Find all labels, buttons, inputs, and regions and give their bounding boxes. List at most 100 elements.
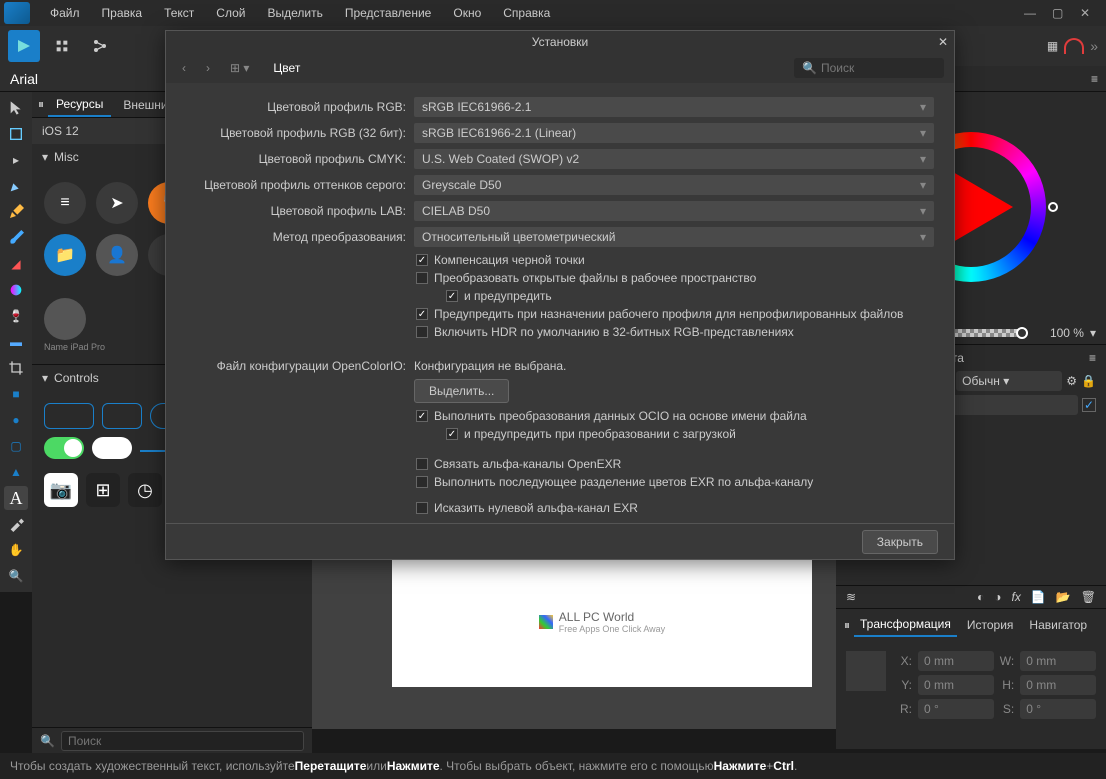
artboard-tool-icon[interactable] xyxy=(4,122,28,146)
asset-device-ipad[interactable] xyxy=(44,298,86,340)
control-timer[interactable]: ◷ xyxy=(128,473,162,507)
canvas-document[interactable]: ALL PC World Free Apps One Click Away xyxy=(392,557,812,687)
adjustment-icon[interactable]: ◑ xyxy=(994,590,1001,604)
font-selector[interactable]: Arial xyxy=(10,71,38,87)
assets-search-input[interactable] xyxy=(61,731,304,751)
menu-text[interactable]: Текст xyxy=(154,2,204,24)
w-input[interactable]: 0 mm xyxy=(1020,651,1096,671)
pen-tool-icon[interactable] xyxy=(4,174,28,198)
menu-select[interactable]: Выделить xyxy=(257,2,332,24)
checkbox-hdr[interactable] xyxy=(416,326,428,338)
color-triangle-icon[interactable] xyxy=(953,172,1013,242)
panel-menu-icon[interactable]: ≡ xyxy=(1091,72,1098,86)
transparency-tool-icon[interactable]: 🍷 xyxy=(4,304,28,328)
s-input[interactable]: 0 ° xyxy=(1020,699,1096,719)
checkbox-ocio-transform[interactable] xyxy=(416,410,428,422)
menu-edit[interactable]: Правка xyxy=(92,2,153,24)
pencil-tool-icon[interactable] xyxy=(4,200,28,224)
gear-icon[interactable]: ⚙ xyxy=(1066,374,1077,388)
gradient-tool-icon[interactable] xyxy=(4,278,28,302)
pref-cmyk-dropdown[interactable]: U.S. Web Coated (SWOP) v2▾ xyxy=(414,149,934,169)
checkbox-exr-zero[interactable] xyxy=(416,502,428,514)
persona-export-icon[interactable] xyxy=(84,30,116,62)
chevron-down-icon[interactable]: ▾ xyxy=(1090,326,1096,340)
style-checkbox[interactable]: ✓ xyxy=(1082,398,1096,412)
maximize-icon[interactable]: ▢ xyxy=(1052,6,1066,20)
panel-menu-icon[interactable]: ≡ xyxy=(1089,351,1096,365)
anchor-selector[interactable] xyxy=(846,651,886,691)
persona-designer-icon[interactable] xyxy=(8,30,40,62)
prefs-forward-icon[interactable]: › xyxy=(200,59,216,77)
ocio-select-button[interactable]: Выделить... xyxy=(414,379,509,403)
h-input[interactable]: 0 mm xyxy=(1020,675,1096,695)
move-tool-icon[interactable] xyxy=(4,96,28,120)
delete-layer-icon[interactable]: 🗑 xyxy=(1081,590,1096,604)
prefs-grid-icon[interactable]: ⊞ ▾ xyxy=(224,59,255,77)
asset-location-icon[interactable]: ➤ xyxy=(96,182,138,224)
control-outline-square[interactable] xyxy=(102,403,142,429)
pref-grey-dropdown[interactable]: Greyscale D50▾ xyxy=(414,175,934,195)
r-input[interactable]: 0 ° xyxy=(918,699,994,719)
minimize-icon[interactable]: — xyxy=(1024,6,1038,20)
pref-intent-dropdown[interactable]: Относительный цветометрический▾ xyxy=(414,227,934,247)
hue-handle-icon[interactable] xyxy=(1048,202,1058,212)
control-toggle-on[interactable] xyxy=(44,437,84,459)
slider-handle-icon[interactable] xyxy=(1016,327,1028,339)
ellipse-tool-icon[interactable]: ● xyxy=(4,408,28,432)
text-tool-icon[interactable]: A xyxy=(4,486,28,510)
tab-transform[interactable]: Трансформация xyxy=(854,613,957,637)
snapping-magnet-icon[interactable] xyxy=(1064,38,1084,54)
persona-pixel-icon[interactable] xyxy=(46,30,78,62)
menu-file[interactable]: Файл xyxy=(40,2,90,24)
opacity-value[interactable]: 100 % xyxy=(1034,326,1084,340)
checkbox-warn[interactable] xyxy=(446,290,458,302)
menu-layer[interactable]: Слой xyxy=(206,2,255,24)
prefs-close-icon[interactable]: ✕ xyxy=(938,35,948,49)
checkbox-ocio-warn[interactable] xyxy=(446,428,458,440)
checkbox-exr-alpha[interactable] xyxy=(416,458,428,470)
pref-rgb-dropdown[interactable]: sRGB IEC61966-2.1▾ xyxy=(414,97,934,117)
tab-history[interactable]: История xyxy=(961,614,1020,636)
node-tool-icon[interactable]: ▸ xyxy=(4,148,28,172)
control-calculator[interactable]: ⊞ xyxy=(86,473,120,507)
prefs-search[interactable]: 🔍 Поиск xyxy=(794,58,944,78)
panel-pin-icon[interactable]: ⏸ xyxy=(38,97,44,112)
mask-icon[interactable]: ◐ xyxy=(977,590,984,604)
control-pill-white[interactable] xyxy=(92,437,132,459)
hand-tool-icon[interactable]: ✋ xyxy=(4,538,28,562)
place-image-tool-icon[interactable]: ▬ xyxy=(4,330,28,354)
pref-rgb32-dropdown[interactable]: sRGB IEC61966-2.1 (Linear)▾ xyxy=(414,123,934,143)
checkbox-warn-assign[interactable] xyxy=(416,308,428,320)
tab-navigator[interactable]: Навигатор xyxy=(1023,614,1093,636)
eyedropper-tool-icon[interactable] xyxy=(4,512,28,536)
lock-icon[interactable]: 🔒 xyxy=(1081,374,1096,388)
menu-view[interactable]: Представление xyxy=(335,2,442,24)
rounded-rect-tool-icon[interactable]: ▢ xyxy=(4,434,28,458)
asset-avatar-icon[interactable]: 👤 xyxy=(96,234,138,276)
layers-icon[interactable]: ≋ xyxy=(846,590,856,604)
x-input[interactable]: 0 mm xyxy=(918,651,994,671)
checkbox-convert[interactable] xyxy=(416,272,428,284)
folder-icon[interactable]: 📂 xyxy=(1056,590,1071,604)
fx-icon[interactable]: fx xyxy=(1012,590,1021,604)
control-outline-rect[interactable] xyxy=(44,403,94,429)
prefs-back-icon[interactable]: ‹ xyxy=(176,59,192,77)
asset-archive-icon[interactable]: 📁 xyxy=(44,234,86,276)
triangle-tool-icon[interactable]: ▲ xyxy=(4,460,28,484)
close-icon[interactable]: ✕ xyxy=(1080,6,1094,20)
crop-tool-icon[interactable] xyxy=(4,356,28,380)
brush-tool-icon[interactable] xyxy=(4,226,28,250)
y-input[interactable]: 0 mm xyxy=(918,675,994,695)
zoom-tool-icon[interactable]: 🔍 xyxy=(4,564,28,588)
pref-lab-dropdown[interactable]: CIELAB D50▾ xyxy=(414,201,934,221)
control-camera[interactable]: 📷 xyxy=(44,473,78,507)
more-toolbar-icon[interactable]: » xyxy=(1090,38,1098,54)
rectangle-tool-icon[interactable]: ■ xyxy=(4,382,28,406)
tab-assets[interactable]: Ресурсы xyxy=(48,93,111,117)
style-weight[interactable]: Обычн ▾ xyxy=(956,371,1062,391)
prefs-close-button[interactable]: Закрыть xyxy=(862,530,938,554)
panel-pin-icon[interactable]: ⏸ xyxy=(844,618,850,633)
add-layer-icon[interactable]: 📄 xyxy=(1031,590,1046,604)
menu-help[interactable]: Справка xyxy=(493,2,560,24)
arrange-icon[interactable]: ▦ xyxy=(1047,39,1058,53)
